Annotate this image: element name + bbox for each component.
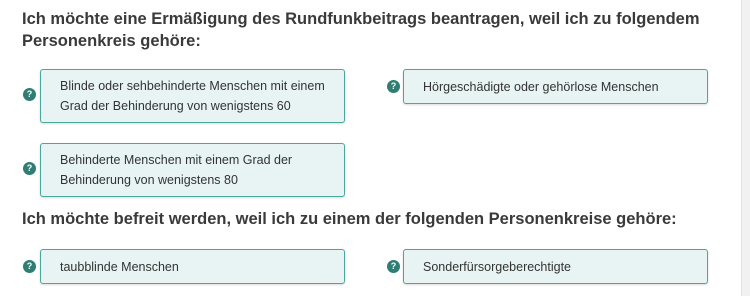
section-heading-exemption: Ich möchte befreit werden, weil ich zu e… — [22, 210, 677, 228]
option-label: Behinderte Menschen mit einem Grad der B… — [60, 153, 293, 187]
option-label: Sonderfürsorgeberechtigte — [423, 259, 572, 274]
option-hearing-impaired[interactable]: Hörgeschädigte oder gehörlose Menschen — [403, 69, 708, 104]
option-special-welfare[interactable]: Sonderfürsorgeberechtigte — [403, 249, 708, 284]
option-blind-visually-impaired[interactable]: Blinde oder sehbehinderte Menschen mit e… — [40, 69, 345, 123]
section-heading-reduction: Ich möchte eine Ermäßigung des Rundfunkb… — [22, 10, 700, 50]
scrollbar[interactable] — [741, 0, 750, 296]
option-label: Blinde oder sehbehinderte Menschen mit e… — [60, 79, 325, 113]
help-icon[interactable]: ? — [387, 260, 400, 273]
help-icon[interactable]: ? — [387, 80, 400, 93]
help-icon[interactable]: ? — [23, 260, 36, 273]
option-disabled-80[interactable]: Behinderte Menschen mit einem Grad der B… — [40, 143, 345, 197]
option-label: taubblinde Menschen — [60, 259, 179, 274]
option-label: Hörgeschädigte oder gehörlose Menschen — [423, 79, 659, 94]
help-icon[interactable]: ? — [23, 162, 36, 175]
help-icon[interactable]: ? — [23, 88, 36, 101]
option-deafblind[interactable]: taubblinde Menschen — [40, 249, 345, 284]
